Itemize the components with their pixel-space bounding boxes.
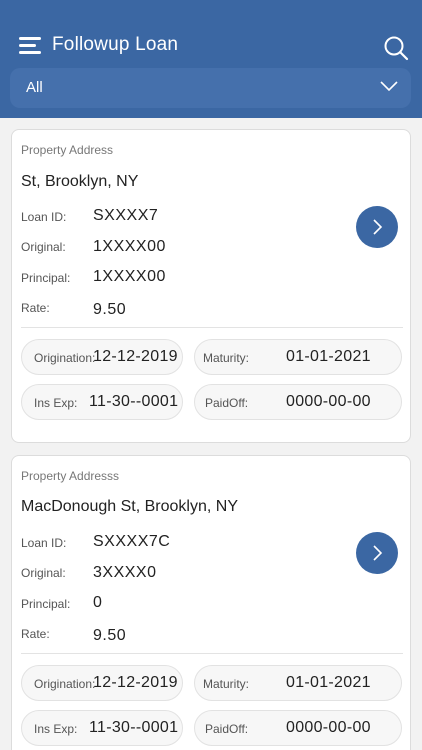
original-value: 1XXXX00 bbox=[93, 238, 166, 255]
maturity-pill: Maturity: 01-01-2021 bbox=[194, 665, 402, 701]
filter-selected-value: All bbox=[26, 79, 43, 96]
maturity-label: Maturity: bbox=[203, 677, 250, 691]
paidoff-label: PaidOff: bbox=[205, 396, 249, 410]
ins-exp-value: 11-30--0001 bbox=[89, 719, 179, 736]
loan-id-value: SXXXX7C bbox=[93, 533, 171, 550]
ins-exp-label: Ins Exp: bbox=[34, 722, 78, 736]
principal-label: Principal: bbox=[21, 597, 71, 611]
loan-card[interactable]: Property Address St, Brooklyn, NY Loan I… bbox=[11, 129, 411, 443]
origination-label: Origination: bbox=[34, 351, 96, 365]
open-loan-button[interactable] bbox=[356, 532, 398, 574]
chevron-down-icon bbox=[380, 81, 398, 92]
page-title: Followup Loan bbox=[52, 34, 179, 55]
paidoff-value: 0000-00-00 bbox=[286, 393, 371, 410]
chevron-right-icon bbox=[373, 219, 383, 235]
paidoff-pill: PaidOff: 0000-00-00 bbox=[194, 710, 402, 746]
original-value: 3XXXX0 bbox=[93, 564, 157, 581]
paidoff-pill: PaidOff: 0000-00-00 bbox=[194, 384, 402, 420]
maturity-label: Maturity: bbox=[203, 351, 250, 365]
rate-value: 9.50 bbox=[93, 627, 127, 644]
ins-exp-value: 11-30--0001 bbox=[89, 393, 179, 410]
paidoff-value: 0000-00-00 bbox=[286, 719, 371, 736]
loan-id-label: Loan ID: bbox=[21, 210, 67, 224]
menu-icon[interactable] bbox=[19, 37, 43, 55]
loan-id-value: SXXXX7 bbox=[93, 207, 159, 224]
origination-value: 12-12-2019 bbox=[93, 674, 178, 691]
maturity-value: 01-01-2021 bbox=[286, 348, 371, 365]
ins-exp-pill: Ins Exp: 11-30--0001 bbox=[21, 710, 183, 746]
property-address: St, Brooklyn, NY bbox=[21, 173, 139, 190]
ins-exp-pill: Ins Exp: 11-30--0001 bbox=[21, 384, 183, 420]
property-address-label: Property Addresss bbox=[21, 469, 120, 483]
divider bbox=[21, 653, 403, 654]
chevron-right-icon bbox=[373, 545, 383, 561]
app-header: Followup Loan All bbox=[0, 0, 422, 118]
property-address-label: Property Address bbox=[21, 143, 114, 157]
loan-id-label: Loan ID: bbox=[21, 536, 67, 550]
principal-value: 1XXXX00 bbox=[93, 268, 166, 285]
filter-dropdown[interactable]: All bbox=[10, 68, 411, 108]
origination-value: 12-12-2019 bbox=[93, 348, 178, 365]
maturity-pill: Maturity: 01-01-2021 bbox=[194, 339, 402, 375]
loan-card[interactable]: Property Addresss MacDonough St, Brookly… bbox=[11, 455, 411, 750]
maturity-value: 01-01-2021 bbox=[286, 674, 371, 691]
paidoff-label: PaidOff: bbox=[205, 722, 249, 736]
original-label: Original: bbox=[21, 240, 66, 254]
origination-pill: Origination: 12-12-2019 bbox=[21, 339, 183, 375]
rate-label: Rate: bbox=[21, 301, 50, 315]
divider bbox=[21, 327, 403, 328]
search-icon[interactable] bbox=[383, 35, 409, 61]
principal-label: Principal: bbox=[21, 271, 71, 285]
original-label: Original: bbox=[21, 566, 66, 580]
rate-value: 9.50 bbox=[93, 301, 127, 318]
rate-label: Rate: bbox=[21, 627, 50, 641]
origination-label: Origination: bbox=[34, 677, 96, 691]
origination-pill: Origination: 12-12-2019 bbox=[21, 665, 183, 701]
property-address: MacDonough St, Brooklyn, NY bbox=[21, 498, 238, 515]
principal-value: 0 bbox=[93, 594, 103, 611]
ins-exp-label: Ins Exp: bbox=[34, 396, 78, 410]
open-loan-button[interactable] bbox=[356, 206, 398, 248]
